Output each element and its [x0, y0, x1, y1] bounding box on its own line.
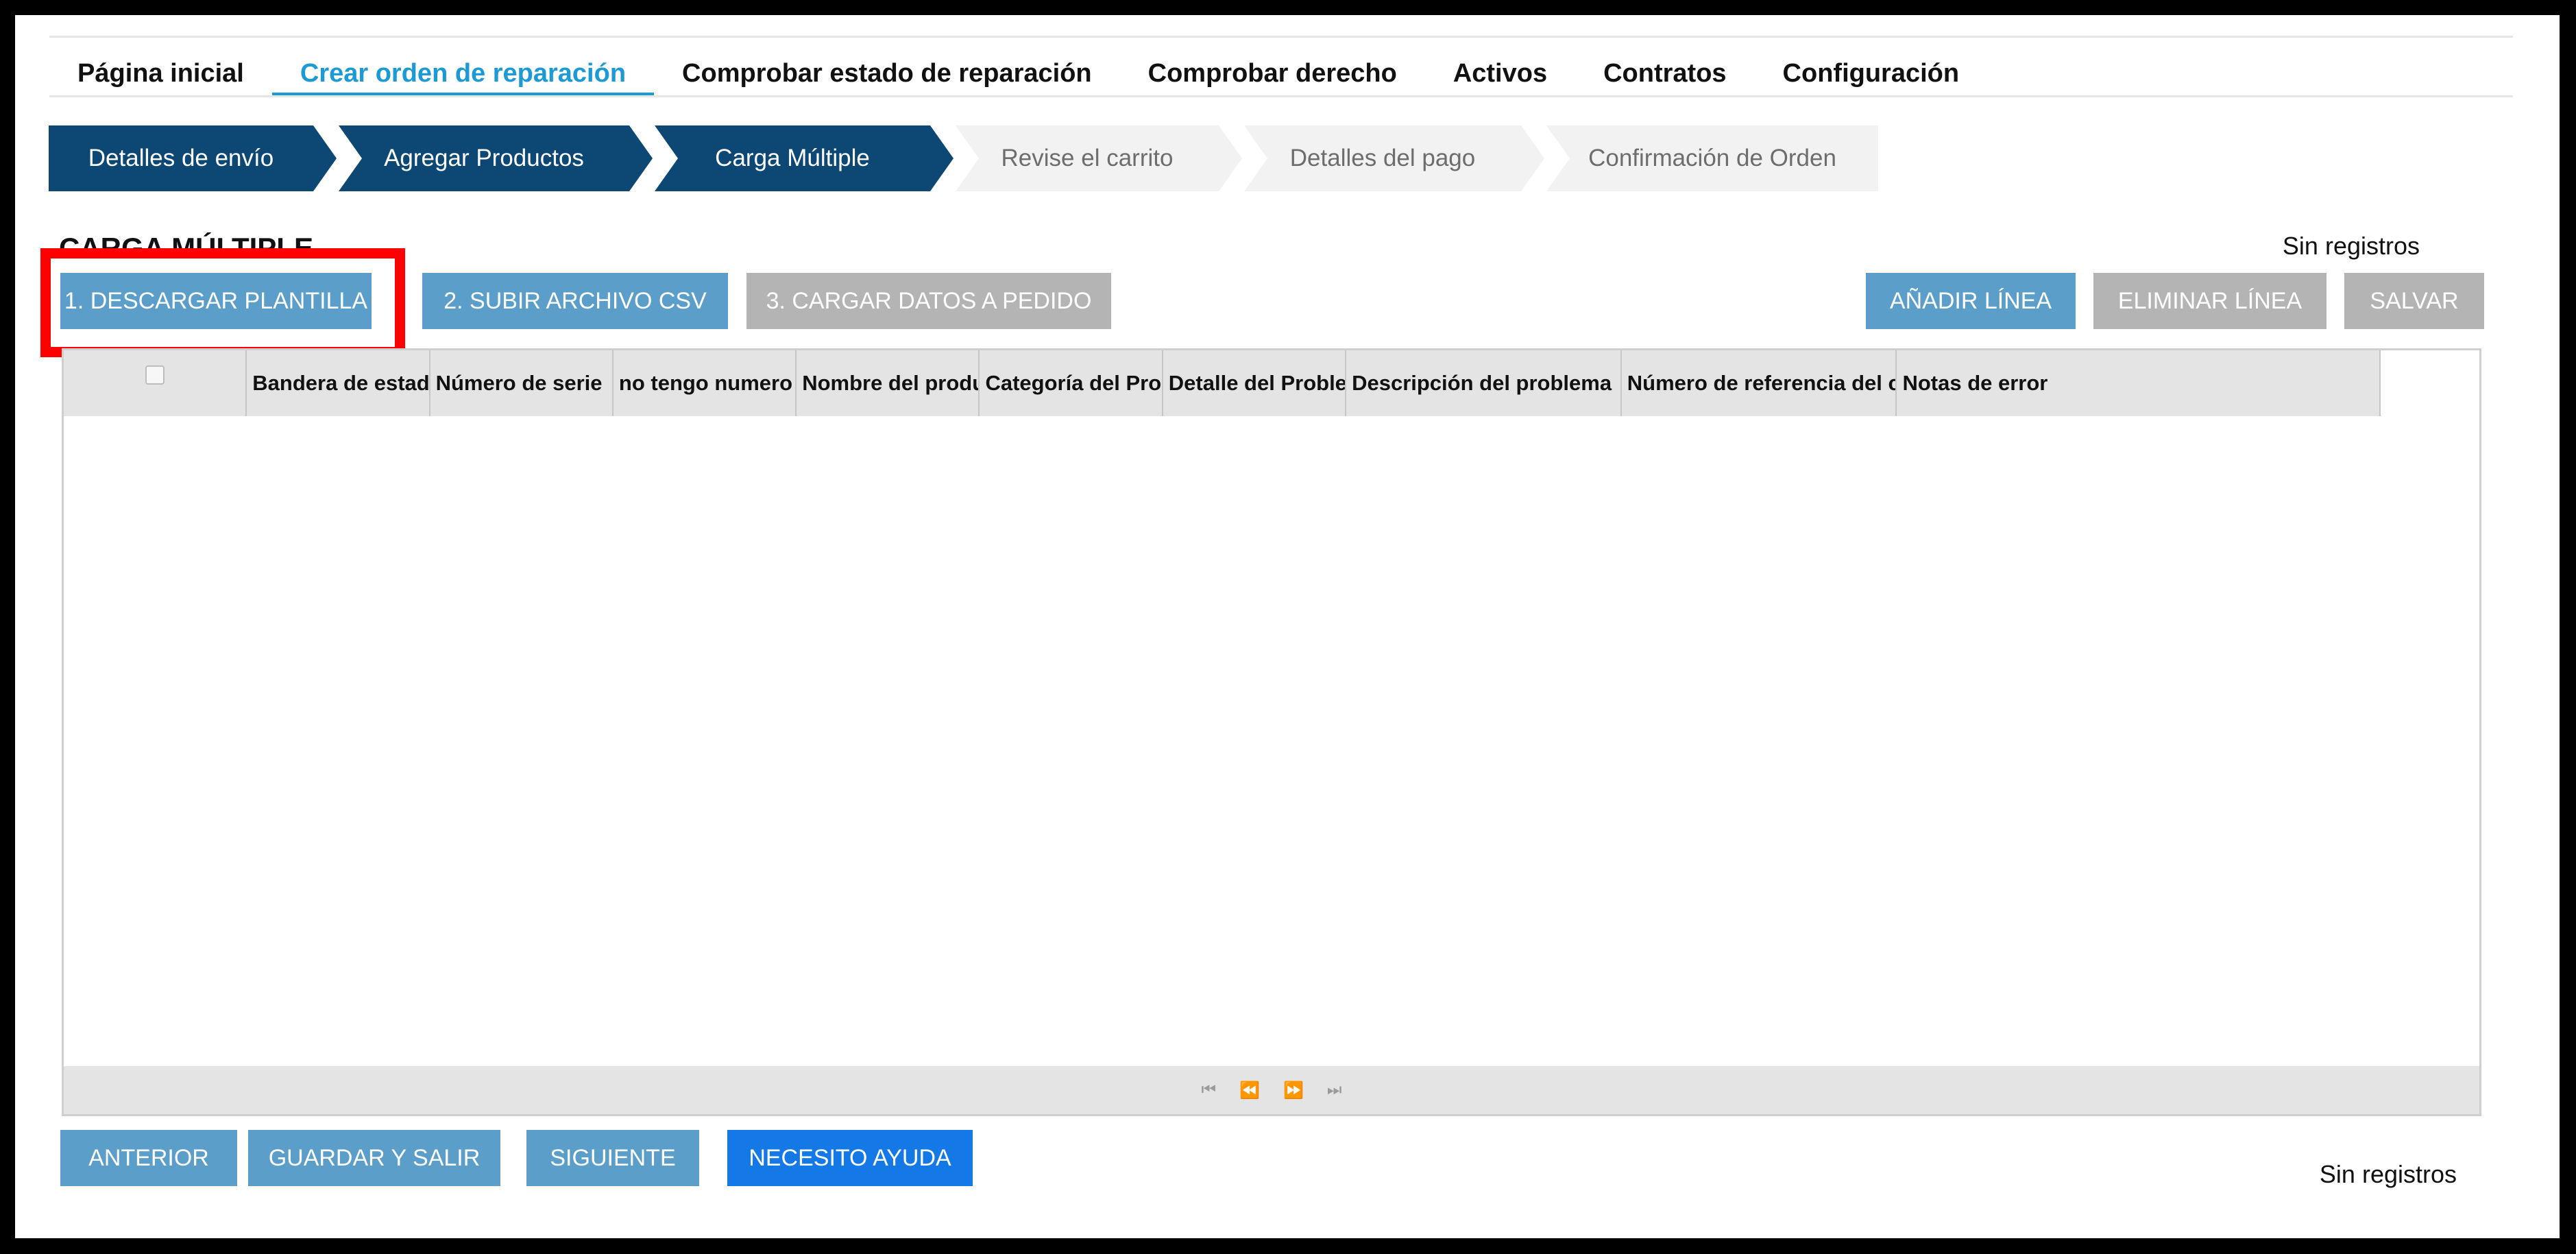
- select-all-cell: [64, 350, 247, 416]
- next-page-icon[interactable]: ⏩: [1283, 1081, 1304, 1100]
- step-label: Carga Múltiple: [715, 145, 870, 171]
- main-navigation: Página inicial Crear orden de reparación…: [49, 51, 1988, 97]
- delete-line-button[interactable]: ELIMINAR LÍNEA: [2093, 273, 2326, 329]
- column-header[interactable]: Notas de error: [1897, 350, 2381, 416]
- page-frame: Página inicial Crear orden de reparación…: [15, 15, 2560, 1238]
- column-header[interactable]: Bandera de estado: [247, 350, 430, 416]
- step-order-confirmation[interactable]: Confirmación de Orden: [1546, 125, 1878, 191]
- tab-contracts[interactable]: Contratos: [1575, 51, 1754, 96]
- records-count: Sin registros: [2282, 232, 2420, 260]
- column-header[interactable]: no tengo numero de serie: [613, 350, 797, 416]
- column-header[interactable]: Nombre del producto: [797, 350, 980, 416]
- step-add-products[interactable]: Agregar Productos: [339, 125, 653, 191]
- grid-header: Bandera de estado Número de serie no ten…: [64, 350, 2381, 416]
- column-header[interactable]: Descripción del problema: [1346, 350, 1622, 416]
- column-header[interactable]: Detalle del Problema: [1163, 350, 1347, 416]
- nav-divider: [49, 95, 2513, 97]
- step-payment-details[interactable]: Detalles del pago: [1244, 125, 1544, 191]
- top-divider: [49, 36, 2513, 38]
- tab-assets[interactable]: Activos: [1425, 51, 1575, 96]
- load-data-button[interactable]: 3. CARGAR DATOS A PEDIDO: [746, 273, 1111, 329]
- step-label: Agregar Productos: [384, 145, 584, 171]
- tab-settings[interactable]: Configuración: [1755, 51, 1988, 96]
- step-label: Revise el carrito: [1001, 145, 1174, 171]
- last-page-icon[interactable]: ⏭: [1327, 1081, 1342, 1100]
- previous-button[interactable]: ANTERIOR: [60, 1130, 237, 1186]
- tab-check-repair-status[interactable]: Comprobar estado de reparación: [654, 51, 1120, 96]
- records-count-bottom: Sin registros: [2319, 1160, 2457, 1188]
- add-line-button[interactable]: AÑADIR LÍNEA: [1866, 273, 2076, 329]
- column-header[interactable]: Categoría del Problema: [980, 350, 1163, 416]
- step-label: Detalles del pago: [1289, 145, 1476, 171]
- step-multiple-upload[interactable]: Carga Múltiple: [655, 125, 953, 191]
- next-button[interactable]: SIGUIENTE: [526, 1130, 699, 1186]
- tab-home[interactable]: Página inicial: [49, 51, 272, 96]
- tab-create-repair-order[interactable]: Crear orden de reparación: [271, 51, 655, 97]
- first-page-icon[interactable]: ⏮: [1202, 1081, 1217, 1100]
- select-all-checkbox[interactable]: [145, 365, 165, 385]
- highlight-box: [40, 248, 405, 357]
- column-header[interactable]: Número de referencia del cliente: [1622, 350, 1897, 416]
- previous-page-icon[interactable]: ⏪: [1239, 1081, 1260, 1100]
- need-help-button[interactable]: NECESITO AYUDA: [727, 1130, 973, 1186]
- column-header[interactable]: Número de serie: [430, 350, 613, 416]
- tab-check-entitlement[interactable]: Comprobar derecho: [1120, 51, 1425, 96]
- grid-pager: ⏮ ⏪ ⏩ ⏭: [64, 1066, 2479, 1114]
- upload-grid: Bandera de estado Número de serie no ten…: [62, 348, 2481, 1116]
- step-review-cart[interactable]: Revise el carrito: [956, 125, 1242, 191]
- step-shipping-details[interactable]: Detalles de envío: [49, 125, 337, 191]
- upload-csv-button[interactable]: 2. SUBIR ARCHIVO CSV: [422, 273, 728, 329]
- step-label: Confirmación de Orden: [1588, 145, 1836, 171]
- save-button[interactable]: SALVAR: [2344, 273, 2484, 329]
- save-and-exit-button[interactable]: GUARDAR Y SALIR: [248, 1130, 500, 1186]
- step-label: Detalles de envío: [88, 145, 274, 171]
